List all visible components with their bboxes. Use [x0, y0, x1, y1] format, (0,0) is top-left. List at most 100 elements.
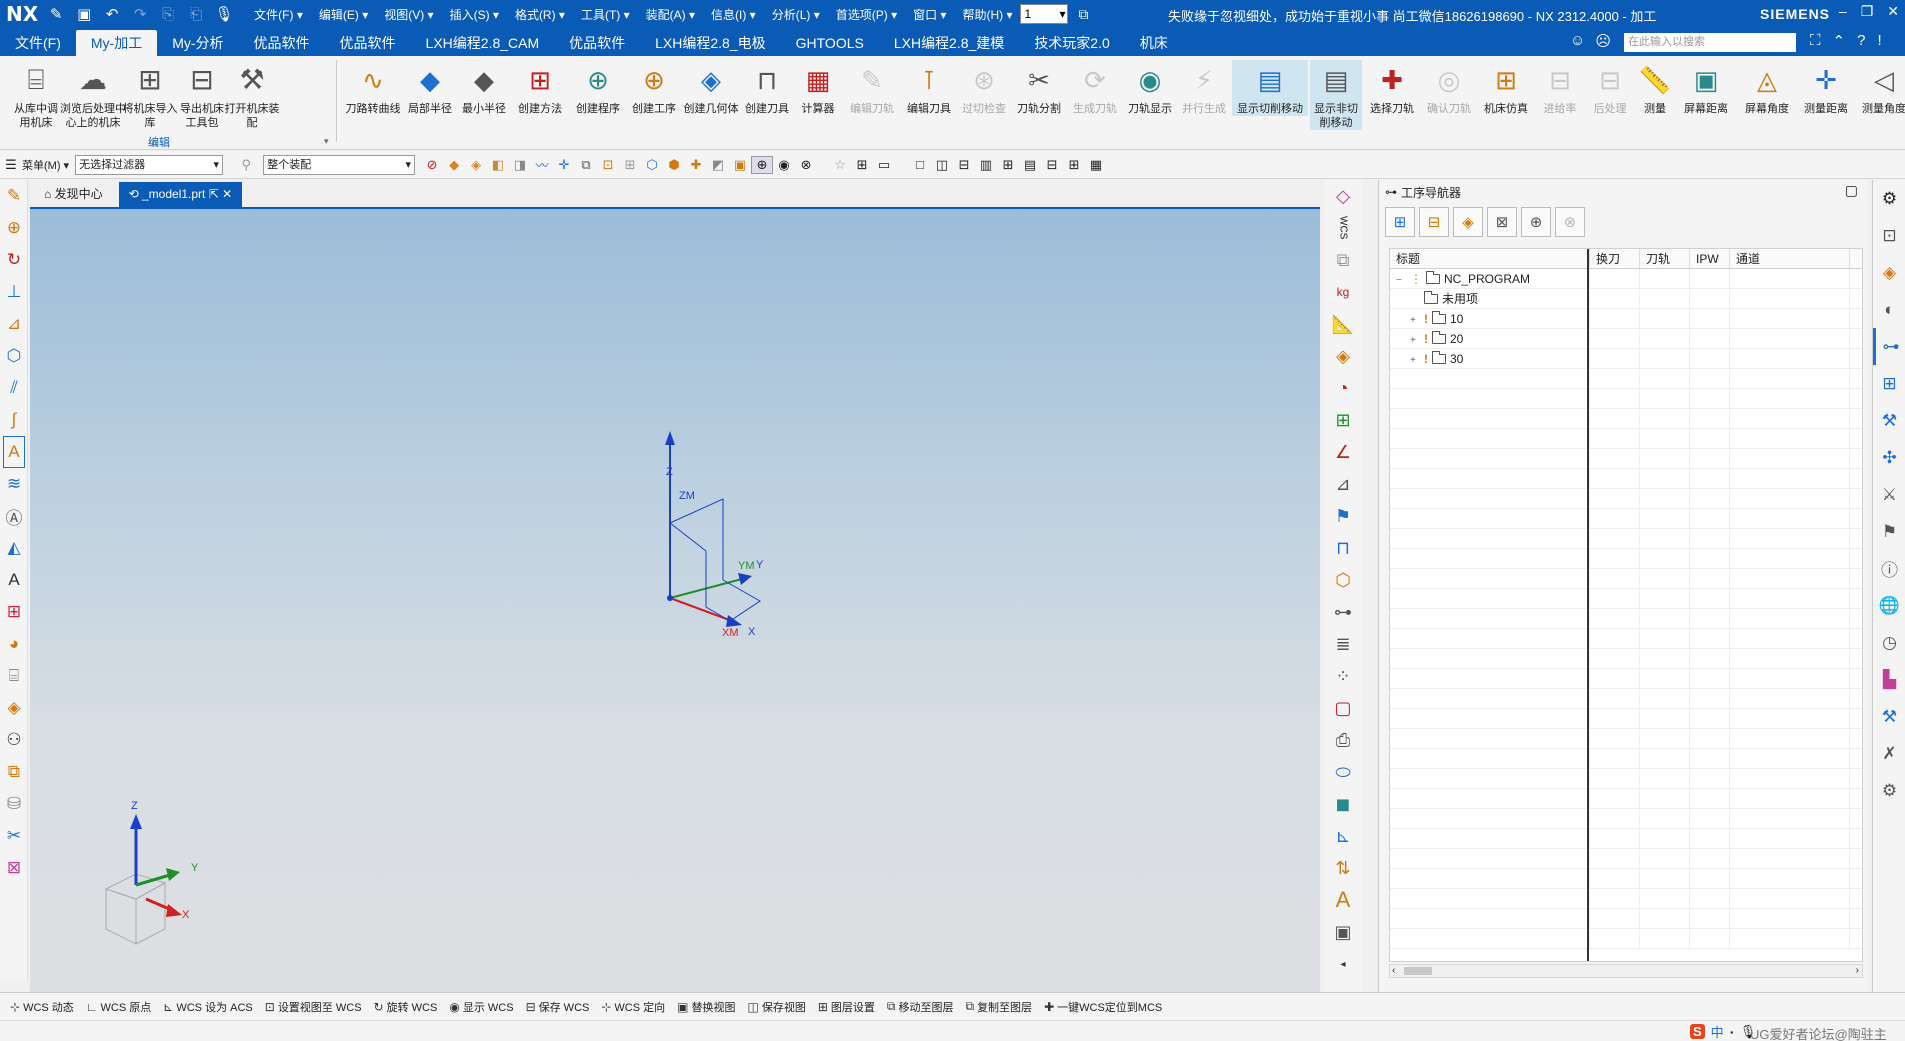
- wcs-triad[interactable]: Z ZM Y YM X XM: [665, 431, 764, 639]
- ime-punct-icon[interactable]: ꞏ: [1730, 1023, 1734, 1041]
- grid-icon[interactable]: ⊞: [619, 156, 641, 174]
- ribbon-tab[interactable]: GHTOOLS: [781, 30, 879, 56]
- type-filter-select[interactable]: 无选择过滤器: [75, 154, 224, 175]
- ribbon-machine-button[interactable]: ⊞ 将机床导入库: [122, 60, 178, 130]
- ribbon-operation-button[interactable]: ∿ 刀路转曲线: [344, 60, 402, 116]
- ribbon-operation-button[interactable]: ▦ 计算器: [794, 60, 842, 116]
- detach-icon[interactable]: ⇱: [209, 187, 219, 201]
- text-icon[interactable]: A: [3, 436, 25, 468]
- ribbon-operation-button[interactable]: ◬ 屏幕角度: [1738, 60, 1796, 116]
- ribbon-operation-button[interactable]: 📏 测量: [1636, 60, 1674, 116]
- ribbon-tab[interactable]: 优品软件: [239, 30, 325, 56]
- undo-icon[interactable]: ↶: [100, 5, 124, 23]
- ribbon-operation-button[interactable]: ◁ 测量角度: [1856, 60, 1905, 116]
- binoculars-icon[interactable]: ⚇: [0, 724, 28, 756]
- clipboard-icon[interactable]: ⎙: [1324, 724, 1362, 756]
- quad-view-icon[interactable]: ⊞: [997, 156, 1019, 174]
- ribbon-tab[interactable]: 机床: [1125, 30, 1183, 56]
- menu-item[interactable]: 信息(I) ▾: [703, 6, 764, 23]
- machine-tool-view-icon[interactable]: ⊟: [1419, 207, 1449, 237]
- ribbon-operation-button[interactable]: ▤ 显示切削移动: [1232, 60, 1308, 116]
- menu-item[interactable]: 视图(V) ▾: [376, 6, 441, 23]
- expand-icon[interactable]: +: [1410, 351, 1424, 371]
- reset-filter-icon[interactable]: ⊘: [421, 156, 443, 174]
- ribbon-tab[interactable]: 优品软件: [554, 30, 640, 56]
- restore-icon[interactable]: ❐: [1861, 3, 1874, 20]
- menu-item[interactable]: 装配(A) ▾: [638, 6, 703, 23]
- ribbon-tab[interactable]: 技术玩家2.0: [1019, 30, 1124, 56]
- list-edit-icon[interactable]: ≣: [1324, 628, 1362, 660]
- palette-icon[interactable]: ▙: [1873, 661, 1905, 698]
- wcs-command-button[interactable]: ⧉ 移动至图层: [881, 999, 960, 1015]
- ribbon-operation-button[interactable]: ⊓ 创建刀具: [742, 60, 792, 116]
- connect-icon[interactable]: ⊶: [1324, 596, 1362, 628]
- wcs-command-button[interactable]: ◉ 显示 WCS: [443, 999, 519, 1015]
- graphics-viewport[interactable]: Z ZM Y YM X XM Z Y X: [30, 207, 1320, 992]
- ribbon-operation-button[interactable]: ⊕ 创建程序: [570, 60, 626, 116]
- settings-icon[interactable]: ⚙: [1873, 180, 1905, 217]
- wcs-command-button[interactable]: ⊹ WCS 动态: [4, 999, 80, 1015]
- revolve-icon[interactable]: ↻: [0, 244, 28, 276]
- machine-nav-icon[interactable]: ⊞: [1873, 365, 1905, 402]
- add-column-icon[interactable]: ⊕: [1521, 207, 1551, 237]
- frown-icon[interactable]: ☹: [1595, 32, 1611, 50]
- tree-row[interactable]: +! 20: [1390, 329, 1862, 349]
- ribbon-operation-button[interactable]: ✂ 刀轨分割: [1012, 60, 1066, 116]
- clock-icon[interactable]: ◷: [1873, 624, 1905, 661]
- menu-item[interactable]: 插入(S) ▾: [442, 6, 507, 23]
- ribbon-operation-button[interactable]: ✎ 编辑刀轨: [844, 60, 900, 116]
- wcs-command-button[interactable]: ◫ 保存视图: [742, 999, 812, 1015]
- ribbon-tab[interactable]: 文件(F): [0, 30, 76, 56]
- ribbon-operation-button[interactable]: ◉ 刀轨显示: [1124, 60, 1176, 116]
- wrench-icon[interactable]: ✗: [1873, 735, 1905, 772]
- ribbon-operation-button[interactable]: ✛ 测量距离: [1798, 60, 1854, 116]
- feature-nav-icon[interactable]: ✣: [1873, 439, 1905, 476]
- layout-c-icon[interactable]: ⊞: [1063, 156, 1085, 174]
- expand-icon[interactable]: +: [1410, 311, 1424, 331]
- tool-library-icon[interactable]: ⚒: [1873, 698, 1905, 735]
- menu-button[interactable]: 菜单(M) ▾: [22, 157, 69, 173]
- operation-nav-icon[interactable]: ⊶: [1873, 328, 1905, 365]
- scroll-right-icon[interactable]: ›: [1856, 965, 1859, 976]
- trim-icon[interactable]: ⊿: [0, 308, 28, 340]
- matrix-icon[interactable]: ⊞: [1324, 404, 1362, 436]
- ribbon-tab[interactable]: My-加工: [75, 30, 158, 56]
- select-face-icon[interactable]: ◈: [465, 156, 487, 174]
- wcs-command-button[interactable]: ∟ WCS 原点: [80, 999, 157, 1015]
- body-icon[interactable]: ◩: [707, 156, 729, 174]
- collapse-icon[interactable]: −: [1396, 271, 1410, 291]
- wcs-command-button[interactable]: ⧉ 复制至图层: [959, 999, 1038, 1015]
- ribbon-machine-button[interactable]: ⚒ 打开机床装配: [224, 60, 280, 130]
- menu-item[interactable]: 工具(T) ▾: [573, 6, 638, 23]
- align-icon[interactable]: ⊡: [597, 156, 619, 174]
- ime-logo-icon[interactable]: S: [1690, 1024, 1705, 1039]
- menu-item[interactable]: 窗口 ▾: [905, 6, 954, 23]
- ribbon-operation-button[interactable]: ⊟ 进给率: [1536, 60, 1584, 116]
- lines-icon[interactable]: ⫽: [0, 372, 28, 404]
- project-icon[interactable]: ◭: [0, 532, 28, 564]
- redo-icon[interactable]: ↷: [128, 5, 152, 23]
- wcs-command-button[interactable]: ⊡ 设置视图至 WCS: [259, 999, 368, 1015]
- geometry-view-icon[interactable]: ◈: [1453, 207, 1483, 237]
- tab-model1-prt[interactable]: ⟲ _model1.prt ⇱ ✕: [118, 182, 243, 207]
- triple-view-icon[interactable]: ⊟: [953, 156, 975, 174]
- info-icon[interactable]: ⓘ: [1873, 550, 1905, 587]
- gauge-icon[interactable]: ◔: [1324, 372, 1362, 404]
- select-body-icon[interactable]: ◧: [487, 156, 509, 174]
- hide-icon[interactable]: ⊗: [795, 156, 817, 174]
- fixture-icon[interactable]: ⊓: [1324, 532, 1362, 564]
- fullscreen-icon[interactable]: ⛶: [1810, 32, 1821, 50]
- reuse-library-icon[interactable]: ◐: [1873, 291, 1905, 328]
- cylinder-icon[interactable]: ⌸: [0, 660, 28, 692]
- angle-icon[interactable]: ∠: [1324, 436, 1362, 468]
- mesh-icon[interactable]: ⊠: [0, 852, 28, 884]
- view-triad[interactable]: Z Y X: [104, 800, 199, 945]
- cube-color-icon[interactable]: ◈: [1324, 340, 1362, 372]
- curve-icon[interactable]: ∫: [0, 404, 28, 436]
- layout-d-icon[interactable]: ▦: [1085, 156, 1107, 174]
- menu-item[interactable]: 文件(F) ▾: [246, 6, 311, 23]
- maximize-panel-icon[interactable]: ▢: [1845, 182, 1858, 199]
- group-expander-icon[interactable]: ▾: [324, 136, 329, 147]
- ribbon-machine-button[interactable]: ☁ 浏览后处理中 心上的机床: [58, 60, 128, 130]
- save-icon[interactable]: ▣: [72, 5, 96, 23]
